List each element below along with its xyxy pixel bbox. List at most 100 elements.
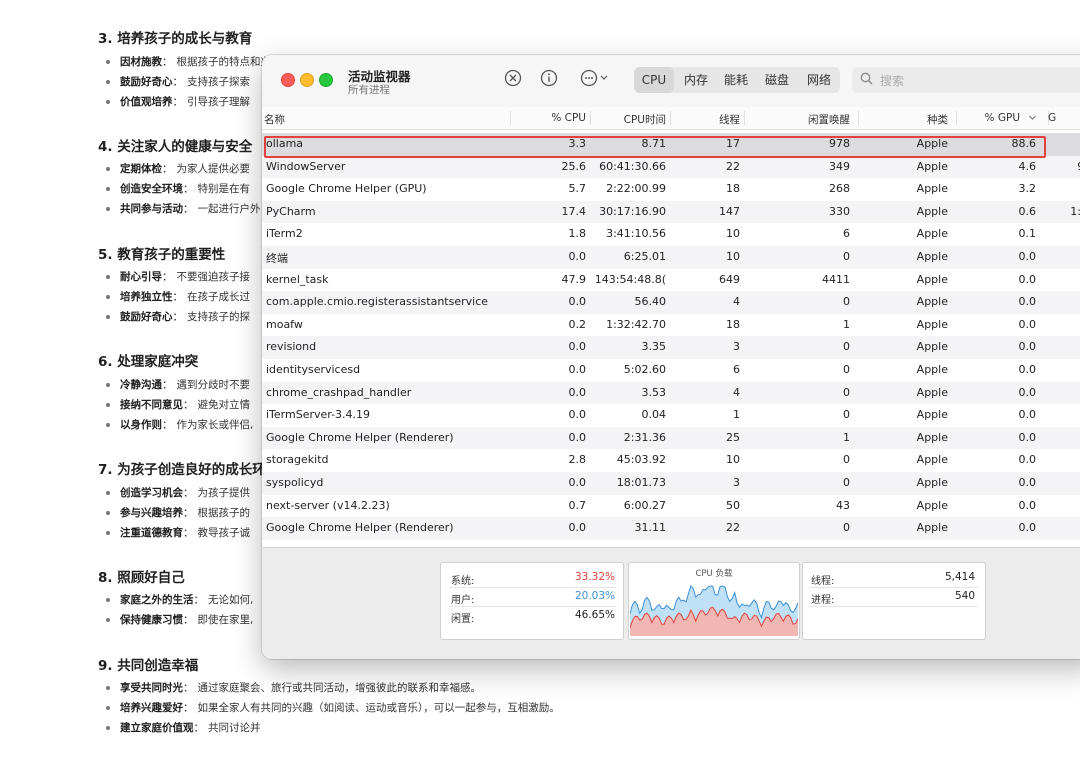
table-row[interactable]: iTerm2 1.8 3:41:10.56 10 6 Apple 0.1 [262,223,1080,246]
bullet-item: 共同参与活动： 一起进行户外 [106,201,261,216]
bullet-text: 通过家庭聚会、旅行或共同活动，增强彼此的联系和幸福感。 [197,682,482,694]
table-row[interactable]: iTermServer-3.4.19 0.0 0.04 1 0 Apple 0.0 [262,404,1080,427]
cell-gpu: 0.0 [1018,408,1037,422]
cell-time: 45:03.92 [616,453,666,467]
cell-name: iTerm2 [266,227,303,241]
close-window-button[interactable] [281,73,295,87]
cell-cpu: 17.4 [561,204,587,218]
bullet-term: 创造安全环境 [120,183,183,195]
table-row[interactable]: identityservicesd 0.0 5:02.60 6 0 Apple 0.0 [262,359,1080,382]
column-idle-wakeups[interactable]: 闲置唤醒 [746,112,850,127]
cell-cpu: 0.0 [568,430,587,444]
activity-monitor-window: 活动监视器 所有进程 CPU 内存 能耗 磁盘 网络 搜索 名称 % CPU C… [262,55,1080,659]
cell-wakeups: 0 [843,476,850,489]
table-row[interactable]: syspolicyd 0.0 18:01.73 3 0 Apple 0.0 [262,472,1080,495]
tab-memory[interactable]: 内存 [676,67,716,93]
tab-bar: CPU 内存 能耗 磁盘 网络 [634,67,840,93]
cell-wakeups: 1 [843,430,850,444]
cell-wakeups: 6 [843,227,850,241]
cell-wakeups: 330 [829,204,850,218]
system-label: 系统: [451,576,475,587]
column-threads[interactable]: 线程 [672,112,740,127]
column-kind[interactable]: 种类 [858,112,948,127]
cell-gpu: 0.0 [1018,476,1037,489]
table-row[interactable]: WindowServer 25.6 60:41:30.66 22 349 Apple 4.6… [262,155,1080,179]
table-row[interactable]: moafw 0.2 1:32:42.70 18 1 Apple 0.0 [262,314,1080,337]
cell-cpu: 5.7 [568,182,587,196]
table-row[interactable]: chrome_crashpad_handler 0.0 3.53 4 0 Apple 0.0 [262,381,1080,405]
cell-gpu: 0.6 [1018,204,1037,218]
bullet-term: 建立家庭价值观 [120,722,194,734]
info-icon [540,69,558,87]
bullet-dot [106,383,110,387]
bullet-dot [106,598,110,602]
table-row[interactable]: storagekitd 2.8 45:03.92 10 0 Apple 0.0 [262,449,1080,472]
bullet-term: 鼓励好奇心 [120,311,173,323]
bullet-text: 避免对立情 [197,399,251,411]
column-name[interactable]: 名称 [264,112,464,127]
more-actions-button[interactable] [578,69,612,91]
cell-time: 2:22:00.99 [606,182,666,196]
bullet-dot [106,531,110,535]
table-row[interactable]: Google Chrome Helper (Renderer) 0.0 31.11 2… [262,517,1080,540]
bullet-text: 根据孩子的 [197,507,251,519]
threads-label: 线程: [811,576,835,587]
search-input[interactable] [878,67,1080,95]
chevron-down-icon[interactable] [1028,113,1037,125]
cell-time: 3:41:10.56 [606,227,666,241]
column-gpu-time[interactable]: G [1048,112,1080,124]
bullet-text: 支持孩子探索 [187,76,250,88]
tab-network[interactable]: 网络 [798,67,840,93]
cell-kind: Apple [916,385,948,399]
cell-threads: 18 [726,317,740,331]
table-row[interactable]: ollama 3.3 8.71 17 978 Apple 88.6 [262,133,1080,156]
cell-name: Google Chrome Helper (Renderer) [266,430,454,444]
user-value: 20.03% [574,590,615,602]
section-heading: 8. 照顾好自己 [98,570,185,586]
cpu-usage-box: 系统: 33.32% 用户: 20.03% 闲置: 46.65% [440,562,624,640]
table-row[interactable]: com.apple.cmio.registerassistantservice 0… [262,291,1080,314]
cell-name: PyCharm [266,204,316,218]
table-row[interactable]: Google Chrome Helper (GPU) 5.7 2:22:00.99 1… [262,178,1080,201]
threads-value: 5,414 [944,571,975,583]
minimize-window-button[interactable] [300,73,314,87]
bullet-dot [106,167,110,171]
zoom-window-button[interactable] [319,73,333,87]
bullet-text: 作为家长或伴侣, [176,419,254,431]
table-row[interactable]: 终端 0.0 6:25.01 10 0 Apple 0.0 [262,246,1080,269]
cell-threads: 10 [726,250,740,263]
stop-process-button[interactable] [502,69,524,91]
table-row[interactable]: Google Chrome Helper (Renderer) 0.0 2:31.3… [262,426,1080,450]
tab-cpu[interactable]: CPU [634,67,674,93]
cell-cpu: 0.7 [568,498,587,512]
cell-kind: Apple [916,340,948,354]
column-cpu-time[interactable]: CPU时间 [592,112,666,127]
column-cpu[interactable]: % CPU [512,112,586,124]
cell-wakeups: 43 [836,498,850,512]
cell-gpu: 0.0 [1018,498,1037,512]
table-header: 名称 % CPU CPU时间 线程 闲置唤醒 种类 % GPU G [262,107,1080,130]
table-row[interactable]: kernel_task 47.9 143:54:48.8(649 4411 Apple 0… [262,269,1080,292]
cell-kind: Apple [916,295,948,309]
cell-kind: Apple [916,159,948,173]
search-icon [860,72,873,89]
bullet-item: 家庭之外的生活： 无论如何, [106,592,253,607]
table-row[interactable]: next-server (v14.2.23) 0.7 6:00.27 50 43 Appl… [262,495,1080,518]
cell-cpu: 0.0 [568,340,587,354]
bullet-item: 注重道德教育： 教导孩子诚 [106,525,250,540]
section-heading: 6. 处理家庭冲突 [98,354,199,370]
cell-threads: 649 [719,272,740,286]
cell-gpu: 3.2 [1018,182,1037,196]
cell-gpu: 0.0 [1018,250,1037,263]
column-gpu[interactable]: % GPU [956,112,1020,124]
tab-energy[interactable]: 能耗 [716,67,756,93]
table-row[interactable]: revisiond 0.0 3.35 3 0 Apple 0.0 [262,336,1080,359]
bullet-item: 培养兴趣爱好： 如果全家人有共同的兴趣（如阅读、运动或音乐），可以一起参与，互相激… [106,700,560,715]
cell-gpu: 0.0 [1018,340,1037,354]
tab-disk[interactable]: 磁盘 [756,67,798,93]
cell-cpu: 0.0 [568,476,587,489]
section-heading: 7. 为孩子创造良好的成长环 [98,462,266,478]
table-row[interactable]: PyCharm 17.4 30:17:16.90 147 330 Apple 0.6 1:3 [262,200,1080,224]
inspect-process-button[interactable] [538,69,560,91]
cell-wakeups: 349 [829,159,850,173]
